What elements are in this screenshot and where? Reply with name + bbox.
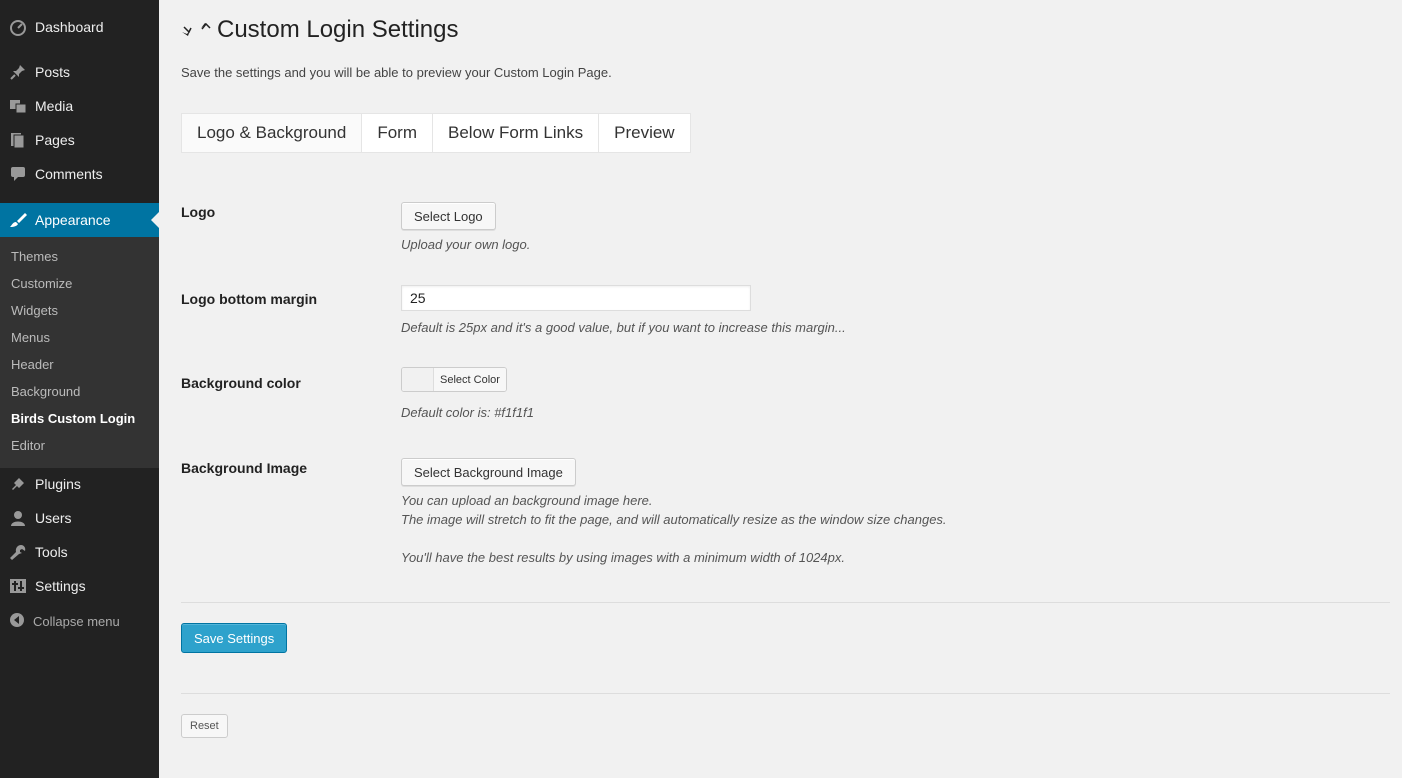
plug-icon: [9, 475, 27, 493]
pin-icon: [9, 63, 27, 81]
sidebar-item-posts[interactable]: Posts: [0, 55, 159, 89]
sidebar-item-label: Settings: [35, 578, 86, 594]
sliders-icon: [9, 577, 27, 595]
sidebar-item-label: Tools: [35, 544, 68, 560]
admin-sidebar: Dashboard Posts Media Pages Comments App…: [0, 0, 159, 778]
user-icon: [9, 509, 27, 527]
sidebar-item-label: Media: [35, 98, 74, 114]
wrench-icon: [9, 543, 27, 561]
tab-preview[interactable]: Preview: [599, 113, 691, 153]
divider: [181, 693, 1390, 694]
submenu-item-birds-custom-login[interactable]: Birds Custom Login: [11, 411, 135, 426]
sidebar-item-media[interactable]: Media: [0, 89, 159, 123]
sidebar-item-plugins[interactable]: Plugins: [0, 467, 159, 501]
bg-color-label: Background color: [181, 375, 301, 391]
comment-icon: [9, 165, 27, 183]
sidebar-item-tools[interactable]: Tools: [0, 535, 159, 569]
sidebar-item-label: Posts: [35, 64, 71, 80]
sidebar-item-dashboard[interactable]: Dashboard: [0, 10, 159, 44]
birds-icon: [181, 18, 211, 42]
collapse-menu-button[interactable]: Collapse menu: [0, 608, 159, 634]
dashboard-icon: [9, 18, 27, 36]
logo-margin-label: Logo bottom margin: [181, 291, 318, 307]
page-title: Custom Login Settings: [181, 16, 458, 44]
divider: [181, 602, 1390, 603]
pages-icon: [9, 131, 27, 149]
select-color-label: Select Color: [434, 368, 506, 391]
tab-logo-background[interactable]: Logo & Background: [181, 113, 363, 153]
sidebar-item-users[interactable]: Users: [0, 501, 159, 535]
select-logo-button[interactable]: Select Logo: [401, 202, 496, 230]
bg-image-description-1: You can upload an background image here.: [401, 493, 653, 508]
bg-image-description-3: You'll have the best results by using im…: [401, 550, 845, 565]
submenu-item-header[interactable]: Header: [11, 357, 54, 372]
appearance-submenu: Themes Customize Widgets Menus Header Ba…: [0, 237, 159, 468]
sidebar-item-label: Pages: [35, 132, 75, 148]
sidebar-item-label: Comments: [35, 166, 103, 182]
media-icon: [9, 97, 27, 115]
paintbrush-icon: [9, 211, 27, 229]
logo-description: Upload your own logo.: [401, 237, 531, 252]
bg-image-label: Background Image: [181, 460, 308, 476]
collapse-menu-label: Collapse menu: [33, 613, 120, 629]
submenu-item-background[interactable]: Background: [11, 384, 80, 399]
color-swatch: [402, 368, 434, 391]
reset-button[interactable]: Reset: [181, 714, 228, 738]
sidebar-item-appearance[interactable]: Appearance: [0, 203, 159, 237]
sidebar-item-comments[interactable]: Comments: [0, 157, 159, 191]
tab-below-form-links[interactable]: Below Form Links: [433, 113, 600, 153]
bg-image-description-2: The image will stretch to fit the page, …: [401, 512, 947, 527]
sidebar-item-label: Plugins: [35, 476, 81, 492]
save-settings-button[interactable]: Save Settings: [181, 623, 288, 653]
select-color-button[interactable]: Select Color: [401, 367, 507, 392]
page-title-text: Custom Login Settings: [217, 16, 459, 43]
collapse-arrow-icon: [9, 612, 25, 631]
sidebar-item-settings[interactable]: Settings: [0, 569, 159, 603]
submenu-item-editor[interactable]: Editor: [11, 438, 45, 453]
logo-margin-description: Default is 25px and it's a good value, b…: [401, 320, 846, 335]
select-background-image-button[interactable]: Select Background Image: [401, 458, 576, 486]
submenu-item-menus[interactable]: Menus: [11, 330, 50, 345]
sidebar-item-label: Users: [35, 510, 72, 526]
sidebar-item-label: Dashboard: [35, 19, 104, 35]
page-subtitle: Save the settings and you will be able t…: [181, 65, 612, 80]
sidebar-item-label: Appearance: [35, 212, 111, 228]
logo-margin-input[interactable]: [401, 285, 751, 311]
submenu-item-customize[interactable]: Customize: [11, 276, 72, 291]
submenu-item-themes[interactable]: Themes: [11, 249, 58, 264]
bg-color-description: Default color is: #f1f1f1: [401, 405, 534, 420]
tab-form[interactable]: Form: [362, 113, 434, 153]
app-window: Dashboard Posts Media Pages Comments App…: [0, 0, 1402, 778]
submenu-item-widgets[interactable]: Widgets: [11, 303, 58, 318]
sidebar-item-pages[interactable]: Pages: [0, 123, 159, 157]
settings-tabs: Logo & Background Form Below Form Links …: [181, 113, 691, 153]
logo-label: Logo: [181, 204, 216, 220]
